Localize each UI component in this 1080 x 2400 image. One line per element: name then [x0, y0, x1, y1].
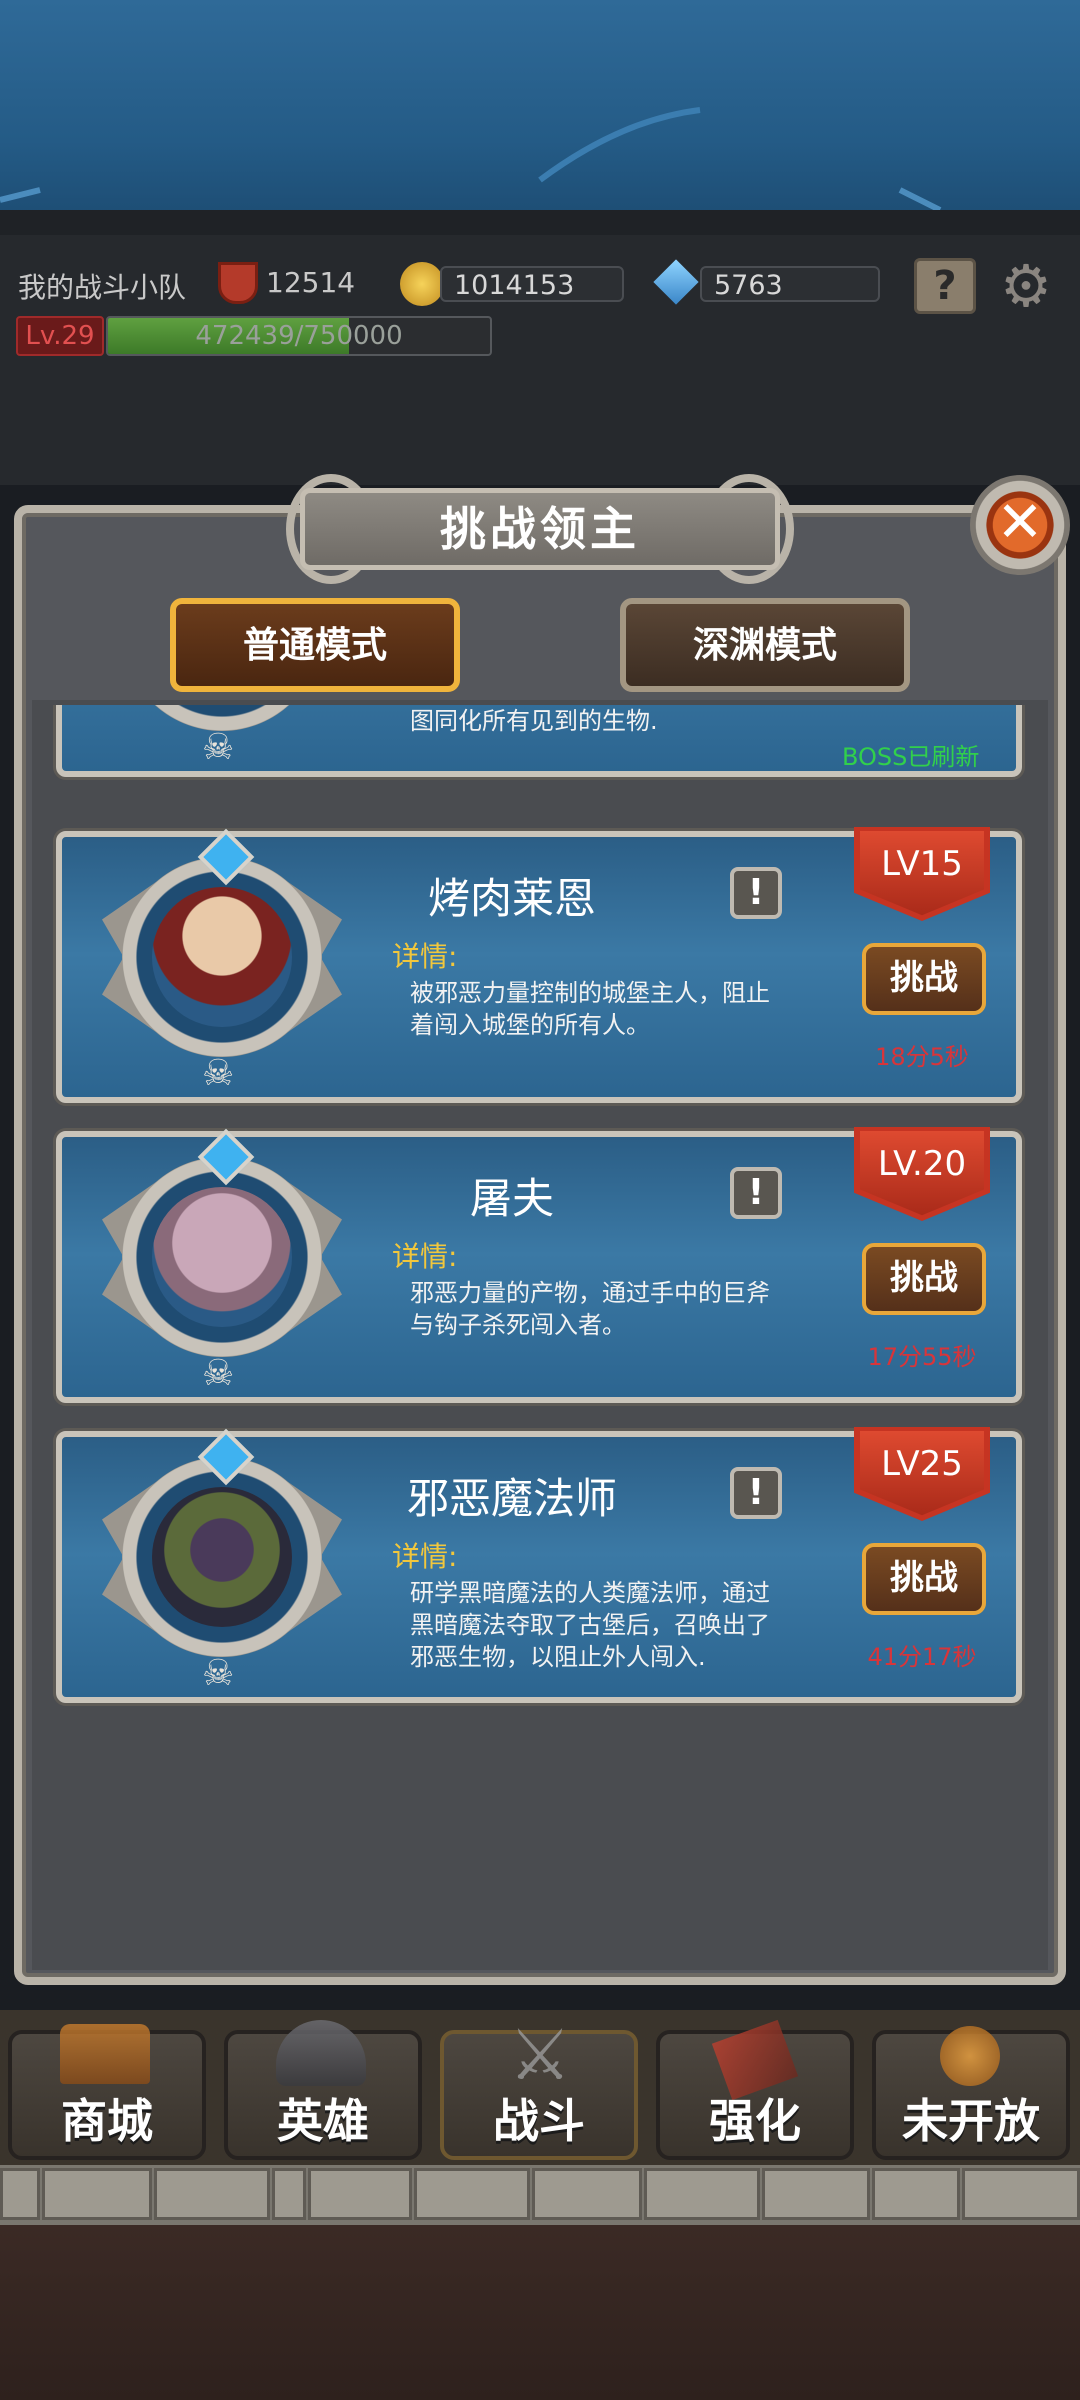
respawn-timer: 17分55秒	[867, 1343, 977, 1371]
detail-label: 详情:	[392, 1540, 458, 1573]
boss-list[interactable]: ☠ 图同化所有见到的生物. BOSS已刷新 ☠ 烤肉莱恩 ! 详情: 被邪恶力量…	[50, 705, 1030, 1965]
boss-level: LV25	[860, 1431, 984, 1516]
brick	[414, 2168, 530, 2220]
boss-image	[152, 1487, 292, 1627]
power-shield-icon	[218, 262, 258, 304]
team-name: 我的战斗小队	[18, 271, 187, 304]
challenge-button[interactable]: 挑战	[862, 943, 986, 1015]
boss-description: 被邪恶力量控制的城堡主人，阻止着闯入城堡的所有人。	[410, 979, 770, 1039]
power-value: 12514	[266, 266, 356, 299]
exp-text: 472439/750000	[195, 321, 403, 351]
brick	[872, 2168, 960, 2220]
challenge-button[interactable]: 挑战	[862, 1243, 986, 1315]
brick	[532, 2168, 642, 2220]
boss-card: ☠ 邪恶魔法师 ! 详情: 研学黑暗魔法的人类魔法师，通过黑暗魔法夺取了古堡后，…	[56, 1427, 1022, 1703]
nav-upgrade-label: 强化	[709, 2094, 801, 2148]
ground	[0, 2225, 1080, 2400]
respawn-timer: 18分5秒	[875, 1043, 969, 1071]
brick	[42, 2168, 152, 2220]
info-icon[interactable]: !	[730, 867, 782, 919]
challenge-button[interactable]: 挑战	[862, 1543, 986, 1615]
boss-portrait: ☠	[102, 1427, 342, 1697]
boss-portrait: ☠	[102, 827, 342, 1097]
player-level-badge: Lv.29	[16, 316, 104, 356]
dialog-title: 挑战领主	[440, 502, 640, 556]
skull-icon: ☠	[202, 1653, 235, 1694]
gem-counter: 5763	[700, 266, 880, 302]
boss-card: ☠ 屠夫 ! 详情: 邪恶力量的产物，通过手中的巨斧与钩子杀死闯入者。 LV.2…	[56, 1127, 1022, 1403]
brick	[154, 2168, 270, 2220]
settings-gear-icon[interactable]: ⚙	[996, 256, 1056, 316]
boss-name: 烤肉莱恩	[427, 874, 596, 923]
crossed-swords-icon: ⚔	[508, 2014, 572, 2096]
skull-icon: ☠	[202, 1353, 235, 1394]
close-icon: ✕	[996, 489, 1044, 555]
brick	[272, 2168, 306, 2220]
brick	[962, 2168, 1080, 2220]
nav-battle-label: 战斗	[493, 2094, 585, 2148]
boss-description: 邪恶力量的产物，通过手中的巨斧与钩子杀死闯入者。	[410, 1279, 770, 1339]
brick	[308, 2168, 412, 2220]
brick	[0, 2168, 40, 2220]
boss-portrait: ☠	[102, 1127, 342, 1397]
locked-icon	[940, 2026, 1000, 2086]
info-icon[interactable]: !	[730, 1467, 782, 1519]
nav-shop-label: 商城	[61, 2094, 153, 2148]
boss-status: BOSS已刷新	[842, 743, 980, 771]
boss-portrait: ☠	[102, 705, 342, 771]
sky-decoration	[0, 107, 942, 213]
boss-level: LV.20	[860, 1131, 984, 1216]
nav-locked-label: 未开放	[902, 2094, 1040, 2148]
boss-image	[152, 887, 292, 1027]
detail-label: 详情:	[392, 940, 458, 973]
treasure-chest-icon	[60, 2024, 150, 2084]
boss-card: ☠ 烤肉莱恩 ! 详情: 被邪恶力量控制的城堡主人，阻止着闯入城堡的所有人。 L…	[56, 827, 1022, 1103]
abyss-mode-button[interactable]: 深渊模式	[620, 598, 910, 692]
info-icon[interactable]: !	[730, 1167, 782, 1219]
boss-card-partial: ☠ 图同化所有见到的生物. BOSS已刷新	[56, 705, 1022, 777]
boss-name: 邪恶魔法师	[406, 1474, 617, 1523]
boss-level: LV15	[860, 831, 984, 916]
respawn-timer: 41分17秒	[867, 1643, 977, 1671]
skull-icon: ☠	[202, 1053, 235, 1094]
normal-mode-button[interactable]: 普通模式	[170, 598, 460, 692]
nav-hero-label: 英雄	[277, 2094, 369, 2148]
boss-name: 屠夫	[469, 1174, 554, 1223]
gold-counter: 1014153	[440, 266, 624, 302]
boss-image	[152, 1187, 292, 1327]
brick	[762, 2168, 870, 2220]
gold-coin-icon[interactable]	[400, 262, 444, 306]
boss-description: 研学黑暗魔法的人类魔法师，通过黑暗魔法夺取了古堡后，召唤出了邪恶生物，以阻止外人…	[410, 1579, 770, 1671]
brick	[644, 2168, 760, 2220]
detail-label: 详情:	[392, 1240, 458, 1273]
close-button[interactable]: ✕	[970, 475, 1070, 575]
boss-description: 图同化所有见到的生物.	[410, 707, 658, 735]
skull-icon: ☠	[202, 727, 235, 768]
help-book-icon[interactable]: ?	[914, 258, 976, 314]
